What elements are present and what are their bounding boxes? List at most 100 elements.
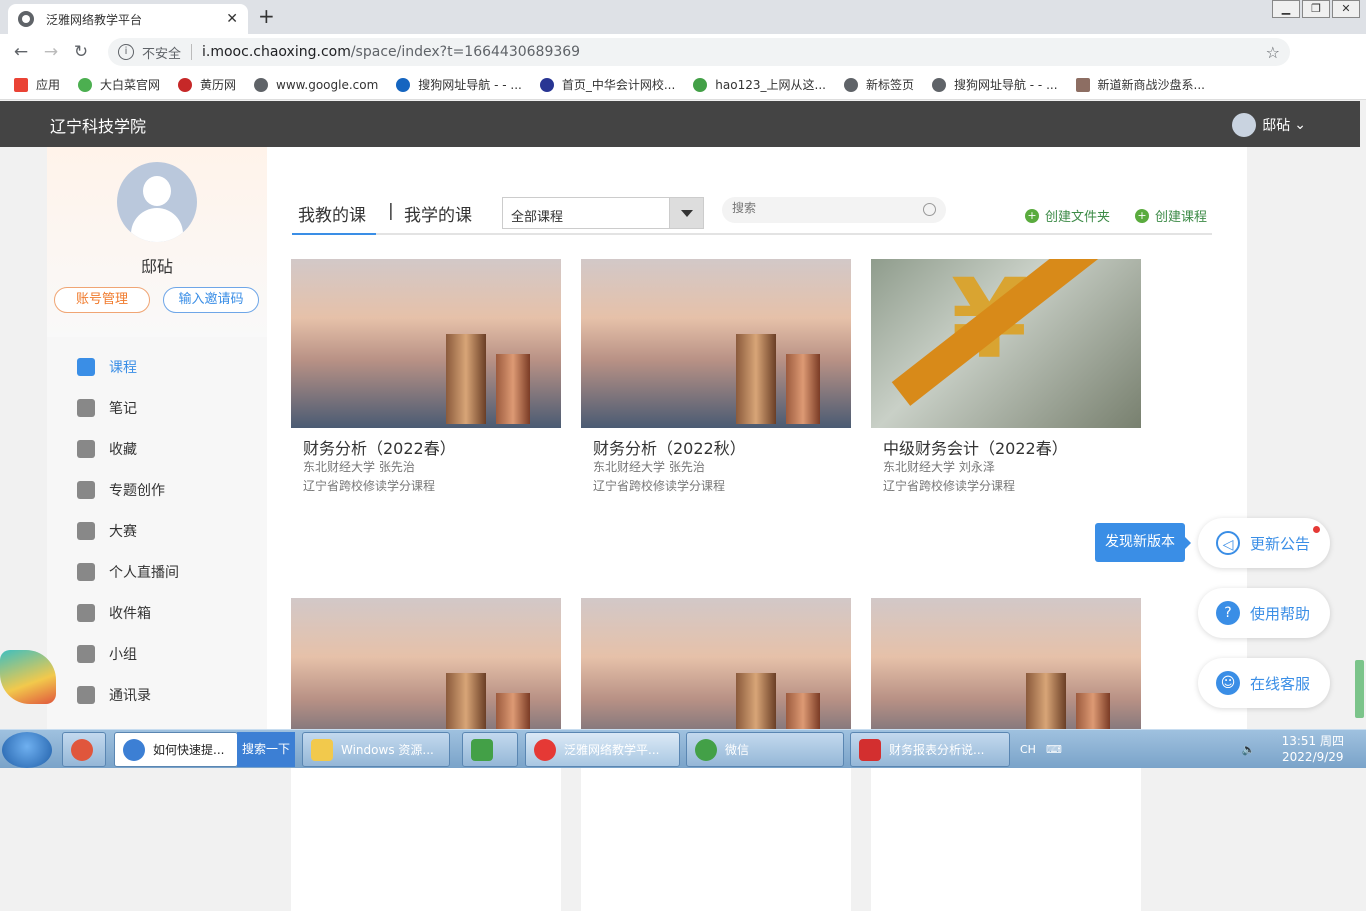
forward-button[interactable]: → xyxy=(36,42,66,62)
sidebar-item-topic[interactable]: 专题创作 xyxy=(47,469,267,510)
tab-close-icon[interactable]: ✕ xyxy=(226,11,238,27)
tab-learning[interactable]: 我学的课 xyxy=(404,201,472,226)
tab-divider: | xyxy=(388,201,394,221)
taskbar-label: 微信 xyxy=(725,743,750,757)
sidebar-item-contest[interactable]: 大赛 xyxy=(47,510,267,551)
active-tab-indicator xyxy=(292,233,376,235)
service-label: 在线客服 xyxy=(1250,674,1311,693)
bookmark-item[interactable]: www.google.com xyxy=(254,77,378,92)
account-manage-button[interactable]: 账号管理 xyxy=(54,287,150,313)
bookmark-item[interactable]: 大白菜官网 xyxy=(78,76,160,93)
bookmark-item[interactable]: 新标签页 xyxy=(843,76,914,93)
course-grid: 财务分析（2022春） 东北财经大学 张先治 辽宁省跨校修读学分课程 财务分析（… xyxy=(291,259,1151,911)
bookmark-apps[interactable]: 应用 xyxy=(14,76,60,93)
globe-icon xyxy=(254,77,269,92)
invite-code-button[interactable]: 输入邀请码 xyxy=(163,287,259,313)
bookmarks-bar: 应用 大白菜官网 黄历网 www.google.com 搜狗网址导航 - - .… xyxy=(0,70,1366,100)
profile-avatar[interactable] xyxy=(117,162,197,242)
taskbar-item-wechat[interactable]: 微信 xyxy=(686,732,844,767)
course-search xyxy=(722,197,946,223)
sidebar-item-label: 课程 xyxy=(109,359,137,376)
bookmark-item[interactable]: 搜狗网址导航 - - ... xyxy=(931,76,1058,93)
course-title[interactable]: 中级财务会计（2022春） xyxy=(883,435,1068,459)
create-course-button[interactable]: + 创建课程 xyxy=(1135,206,1207,225)
plus-icon: + xyxy=(1025,208,1039,223)
info-icon[interactable]: i xyxy=(118,44,134,60)
url-separator xyxy=(191,44,193,60)
sidebar-item-notes[interactable]: 笔记 xyxy=(47,387,267,428)
course-cover-image[interactable] xyxy=(871,259,1141,428)
sidebar-item-group[interactable]: 小组 xyxy=(47,633,267,674)
course-icon xyxy=(77,357,95,376)
create-folder-button[interactable]: + 创建文件夹 xyxy=(1025,206,1110,225)
online-service-button[interactable]: ☺ 在线客服 xyxy=(1198,658,1330,708)
chrome-icon xyxy=(534,738,556,761)
new-version-tip[interactable]: 发现新版本 xyxy=(1095,523,1191,562)
bookmark-label: 新标签页 xyxy=(865,78,914,92)
bookmark-label: hao123_上网从这... xyxy=(715,78,826,92)
taskbar-item-colorball[interactable] xyxy=(62,732,106,767)
taskbar-item-chrome[interactable]: 泛雅网络教学平... xyxy=(525,732,680,767)
favorite-icon xyxy=(77,439,95,458)
back-button[interactable]: ← xyxy=(6,42,36,62)
course-title[interactable]: 财务分析（2022春） xyxy=(303,435,456,459)
create-folder-label: 创建文件夹 xyxy=(1045,210,1111,225)
tab-teaching[interactable]: 我教的课 xyxy=(298,201,366,226)
bookmark-star-icon[interactable]: ☆ xyxy=(1266,43,1280,62)
course-card[interactable]: 财务分析（2022秋） 东北财经大学 张先治 辽宁省跨校修读学分课程 xyxy=(581,259,851,572)
bookmark-item[interactable]: hao123_上网从这... xyxy=(693,76,826,93)
start-button[interactable] xyxy=(2,732,52,768)
reload-button[interactable]: ↻ xyxy=(66,42,96,62)
plus-icon: + xyxy=(1135,208,1149,223)
sidebar-item-inbox[interactable]: 收件箱 xyxy=(47,592,267,633)
course-note: 辽宁省跨校修读学分课程 xyxy=(593,479,726,493)
course-filter-select[interactable]: 全部课程 xyxy=(502,197,704,229)
school-name[interactable]: 辽宁科技学院 xyxy=(50,113,146,137)
language-indicator[interactable]: CH xyxy=(1020,743,1036,756)
close-window-button[interactable]: ✕ xyxy=(1332,0,1360,18)
announcement-button[interactable]: ◁ 更新公告 xyxy=(1198,518,1330,568)
bookmark-item[interactable]: 首页_中华会计网校... xyxy=(539,76,675,93)
browser-tab[interactable]: 泛雅网络教学平台 ✕ xyxy=(8,4,248,34)
note-icon xyxy=(77,398,95,417)
scrollbar[interactable] xyxy=(1355,660,1364,718)
restore-button[interactable]: ❐ xyxy=(1302,0,1330,18)
bookmark-item[interactable]: 新道新商战沙盘系... xyxy=(1075,76,1205,93)
question-icon: ? xyxy=(1216,601,1240,625)
sidebar-item-favorites[interactable]: 收藏 xyxy=(47,428,267,469)
url-bar[interactable]: i 不安全 i.mooc.chaoxing.com /space/index?t… xyxy=(108,38,1290,66)
window-controls: ▁ ❐ ✕ xyxy=(1270,0,1360,18)
help-button[interactable]: ? 使用帮助 xyxy=(1198,588,1330,638)
ie-search-button[interactable]: 搜索一下 xyxy=(237,732,295,767)
bookmark-favicon-icon xyxy=(396,77,411,92)
taskbar-item-player[interactable] xyxy=(462,732,518,767)
sidebar-item-live[interactable]: 个人直播间 xyxy=(47,551,267,592)
browser-tab-strip: 泛雅网络教学平台 ✕ + ▁ ❐ ✕ xyxy=(0,0,1366,34)
bookmark-label: 黄历网 xyxy=(200,78,237,92)
search-input[interactable] xyxy=(732,201,912,215)
taskbar-item-wps[interactable]: 财务报表分析说... xyxy=(850,732,1010,767)
chevron-down-icon[interactable] xyxy=(669,198,703,228)
taskbar-item-explorer[interactable]: Windows 资源... xyxy=(302,732,450,767)
contest-icon xyxy=(77,521,95,540)
bookmark-item[interactable]: 搜狗网址导航 - - ... xyxy=(396,76,522,93)
course-title[interactable]: 财务分析（2022秋） xyxy=(593,435,746,459)
search-icon[interactable] xyxy=(923,203,936,216)
course-card[interactable]: 财务分析（2022春） 东北财经大学 张先治 辽宁省跨校修读学分课程 xyxy=(291,259,561,572)
bookmark-item[interactable]: 黄历网 xyxy=(178,76,236,93)
sidebar-item-label: 专题创作 xyxy=(109,482,165,499)
user-menu[interactable]: 邸砧 ⌄ xyxy=(1232,113,1306,137)
course-cover-image[interactable] xyxy=(291,259,561,428)
speaker-icon: ◁ xyxy=(1216,531,1240,555)
sidebar-item-course[interactable]: 课程 xyxy=(47,346,267,387)
volume-icon[interactable]: 🔈 xyxy=(1242,743,1256,756)
avatar xyxy=(1232,113,1257,137)
course-cover-image[interactable] xyxy=(581,259,851,428)
bookmark-label: 搜狗网址导航 - - ... xyxy=(953,78,1058,92)
taskbar-item-ie[interactable]: 如何快速提... xyxy=(114,732,238,767)
new-tab-button[interactable]: + xyxy=(258,4,275,28)
minimize-button[interactable]: ▁ xyxy=(1272,0,1300,18)
system-clock[interactable]: 13:51 周四 2022/9/29 xyxy=(1282,733,1344,765)
sidebar-item-contacts[interactable]: 通讯录 xyxy=(47,674,267,715)
keyboard-icon[interactable]: ⌨ xyxy=(1046,743,1062,756)
